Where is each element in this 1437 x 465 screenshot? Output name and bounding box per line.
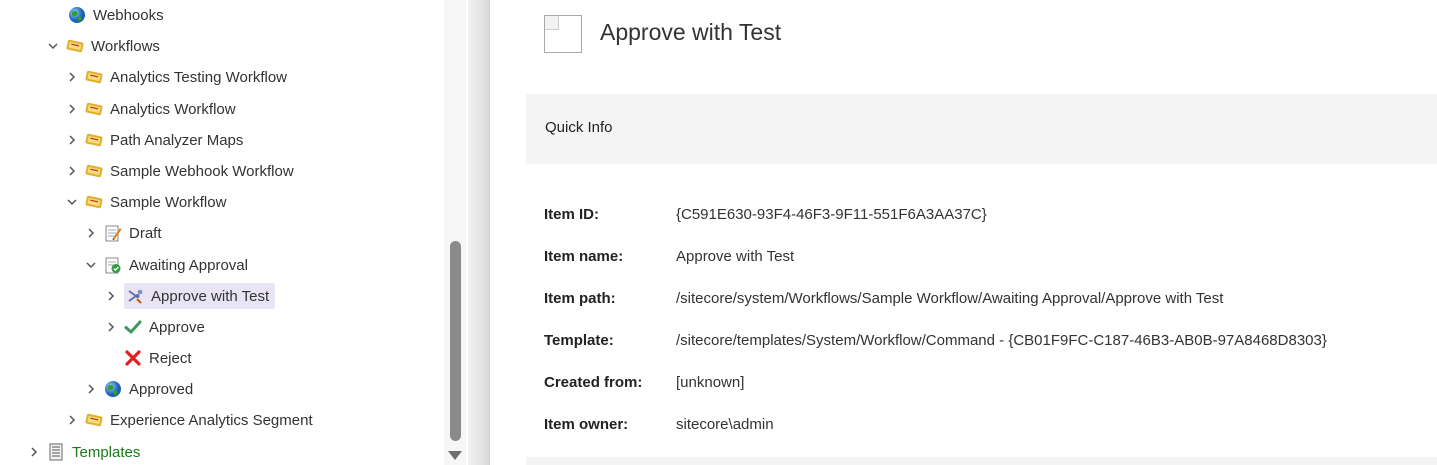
chevron-right-icon[interactable]	[104, 320, 118, 334]
info-row-item-id: Item ID: {C591E630-93F4-46F3-9F11-551F6A…	[544, 206, 987, 223]
tree-item-label: Draft	[129, 224, 162, 242]
tree-item-analytics-testing-workflow[interactable]: Analytics Testing Workflow	[65, 64, 287, 90]
info-row-item-path: Item path: /sitecore/system/Workflows/Sa…	[544, 290, 1223, 307]
item-title: Approve with Test	[600, 19, 782, 45]
info-row-item-name: Item name: Approve with Test	[544, 248, 794, 265]
info-row-template: Template: /sitecore/templates/System/Wor…	[544, 332, 1327, 349]
workflow-icon	[85, 193, 103, 211]
chevron-right-icon[interactable]	[84, 382, 98, 396]
info-label: Item owner:	[544, 416, 629, 433]
reject-icon	[124, 349, 142, 367]
tree-item-awaiting-approval[interactable]: Awaiting Approval	[84, 252, 248, 278]
info-value: /sitecore/system/Workflows/Sample Workfl…	[676, 290, 1224, 307]
globe-icon	[104, 380, 122, 398]
tree-item-sample-workflow[interactable]: Sample Workflow	[65, 189, 226, 215]
selection-highlight: Approve with Test	[124, 283, 276, 309]
chevron-right-icon[interactable]	[65, 133, 79, 147]
chevron-right-icon[interactable]	[65, 413, 79, 427]
tree-item-reject[interactable]: Reject	[104, 345, 192, 371]
tree-item-label: Sample Workflow	[110, 193, 227, 211]
tree-item-label: Awaiting Approval	[129, 256, 248, 274]
scroll-down-arrow-icon[interactable]	[448, 451, 462, 460]
tree-item-draft[interactable]: Draft	[84, 220, 162, 246]
tree-item-label: Templates	[72, 443, 141, 461]
tree-item-workflows[interactable]: Workflows	[46, 33, 160, 59]
tree-item-analytics-workflow[interactable]: Analytics Workflow	[65, 96, 236, 122]
info-value: [unknown]	[676, 374, 745, 391]
globe-icon	[68, 6, 86, 24]
panel-splitter[interactable]	[468, 0, 490, 465]
quick-info-title[interactable]: Quick Info	[545, 119, 613, 136]
tree-item-experience-analytics-segment[interactable]: Experience Analytics Segment	[65, 407, 313, 433]
chevron-right-icon[interactable]	[84, 226, 98, 240]
tree-item-approved[interactable]: Approved	[84, 376, 193, 402]
chevron-down-icon[interactable]	[46, 39, 60, 53]
info-label: Item name:	[544, 248, 624, 265]
tree-item-label: Experience Analytics Segment	[110, 411, 313, 429]
workflow-icon	[85, 100, 103, 118]
tree-item-webhooks[interactable]: Webhooks	[48, 2, 164, 28]
templates-icon	[47, 443, 65, 461]
tree-item-label: Webhooks	[93, 6, 164, 24]
draft-icon	[104, 224, 122, 242]
item-image-placeholder-icon	[544, 15, 582, 53]
tree-item-templates[interactable]: Templates	[27, 439, 140, 465]
info-label: Item path:	[544, 290, 616, 307]
chevron-down-icon[interactable]	[84, 258, 98, 272]
info-label: Item ID:	[544, 206, 600, 223]
tree-item-label: Sample Webhook Workflow	[110, 162, 294, 180]
info-value: {C591E630-93F4-46F3-9F11-551F6A3AA37C}	[676, 206, 987, 223]
workflow-icon	[85, 162, 103, 180]
checkmark-icon	[124, 318, 142, 336]
tree-item-path-analyzer-maps[interactable]: Path Analyzer Maps	[65, 127, 243, 153]
info-label: Created from:	[544, 374, 643, 391]
tree-item-label: Approve	[149, 318, 205, 336]
chevron-right-icon[interactable]	[65, 70, 79, 84]
tree-item-sample-webhook-workflow[interactable]: Sample Webhook Workflow	[65, 158, 294, 184]
info-row-item-owner: Item owner: sitecore\admin	[544, 416, 774, 433]
tree-scrollbar-thumb[interactable]	[450, 241, 461, 441]
workflow-icon	[85, 68, 103, 86]
chevron-right-icon[interactable]	[27, 445, 41, 459]
quick-info-section[interactable]: Quick Info	[526, 94, 1437, 164]
tree-item-label: Reject	[149, 349, 192, 367]
tree-item-approve[interactable]: Approve	[104, 314, 205, 340]
workflow-icon	[85, 411, 103, 429]
content-tree: Webhooks Workflows Analytics Testing Wor…	[0, 0, 468, 465]
tree-item-label: Path Analyzer Maps	[110, 131, 244, 149]
next-section-band	[526, 457, 1437, 465]
chevron-right-icon[interactable]	[65, 102, 79, 116]
workflow-icon	[66, 37, 84, 55]
tree-item-label: Analytics Workflow	[110, 100, 236, 118]
chevron-right-icon[interactable]	[104, 289, 118, 303]
awaiting-icon	[104, 256, 122, 274]
command-icon	[126, 287, 144, 305]
tree-item-approve-with-test[interactable]: Approve with Test	[104, 283, 276, 309]
item-details-panel: Approve with Test Quick Info Item ID: {C…	[490, 0, 1437, 465]
workflow-icon	[85, 131, 103, 149]
tree-item-label: Workflows	[91, 37, 160, 55]
info-value: Approve with Test	[676, 248, 795, 265]
info-value: /sitecore/templates/System/Workflow/Comm…	[676, 332, 1327, 349]
tree-item-label: Analytics Testing Workflow	[110, 68, 288, 86]
info-row-created-from: Created from: [unknown]	[544, 374, 744, 391]
tree-item-label: Approved	[129, 380, 194, 398]
info-label: Template:	[544, 332, 614, 349]
chevron-right-icon[interactable]	[65, 164, 79, 178]
info-value: sitecore\admin	[676, 416, 774, 433]
tree-item-label: Approve with Test	[151, 287, 270, 305]
chevron-down-icon[interactable]	[65, 195, 79, 209]
